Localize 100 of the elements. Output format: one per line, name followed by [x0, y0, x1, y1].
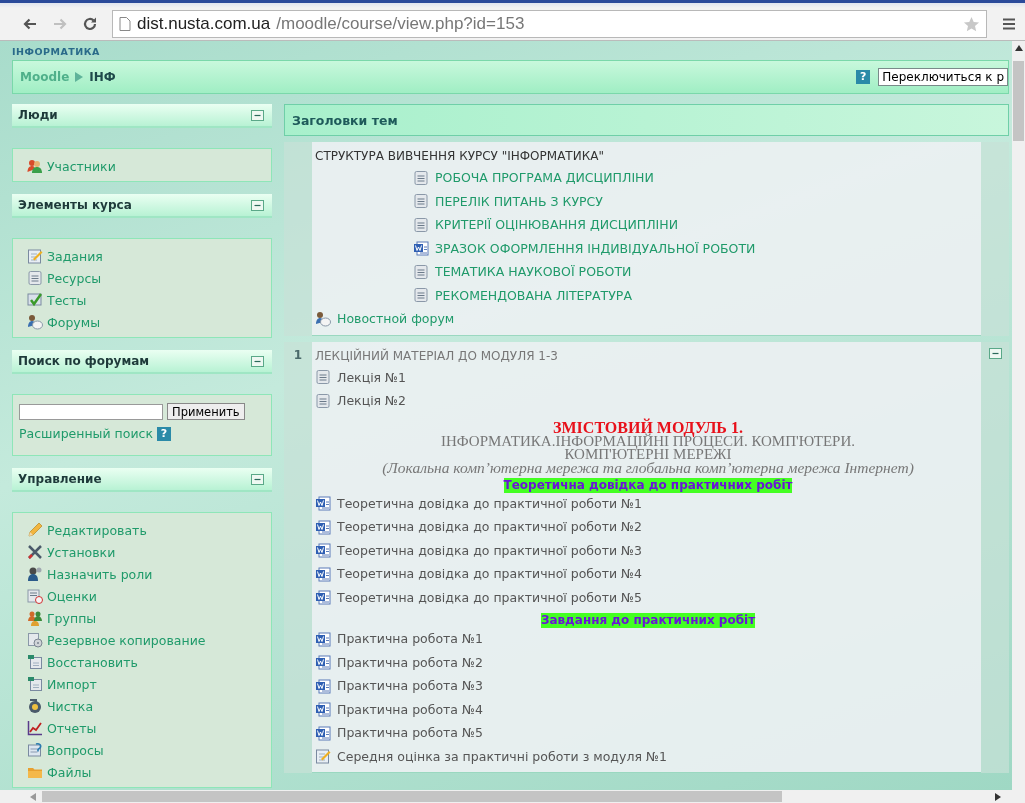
sidebar-link[interactable]: Форумы: [47, 314, 101, 330]
sidebar-link[interactable]: Редактировать: [47, 522, 147, 538]
groups-icon: [27, 610, 43, 626]
word-document-icon: [315, 701, 331, 718]
resource-link[interactable]: Практична робота №4: [337, 701, 483, 717]
help-button[interactable]: ?: [856, 70, 871, 84]
page-icon: [119, 17, 131, 31]
help-button[interactable]: ?: [156, 426, 171, 441]
resource-link[interactable]: Теоретична довідка до практичної роботи №1: [337, 495, 643, 511]
restore-icon: [27, 654, 43, 670]
resource-link[interactable]: Теоретична довідка до практичної роботи №2: [337, 519, 643, 535]
resource-link[interactable]: Практична робота №5: [337, 725, 483, 741]
collapse-icon[interactable]: [251, 199, 264, 211]
resource-link[interactable]: Теоретична довідка до практичної роботи №4: [337, 566, 643, 582]
collapse-icon[interactable]: [251, 109, 264, 121]
module-title: ЗМІСТОВИЙ МОДУЛЬ 1.: [553, 420, 743, 435]
resource-link[interactable]: Лекція №2: [337, 393, 407, 409]
document-icon: [315, 392, 331, 409]
resource-link[interactable]: РОБОЧА ПРОГРАМА ДИСЦИПЛІНИ: [435, 170, 654, 186]
sidebar-link[interactable]: Чистка: [47, 698, 94, 714]
roles-icon: [27, 566, 43, 582]
backup-icon: [27, 632, 43, 648]
site-title: ІНФОРМАТИКА: [12, 45, 101, 59]
word-document-icon: [315, 542, 331, 559]
sidebar-link[interactable]: Вопросы: [47, 742, 104, 758]
sidebar-link[interactable]: Тесты: [47, 292, 87, 308]
address-bar[interactable]: dist.nusta.com.ua /moodle/course/view.php?id=153: [112, 10, 987, 38]
people-icon: [27, 158, 43, 174]
search-field[interactable]: [19, 403, 163, 420]
sidebar-link[interactable]: Оценки: [47, 588, 97, 604]
resource-link[interactable]: Практична робота №1: [337, 631, 483, 647]
sidebar-link[interactable]: Участники: [47, 158, 116, 174]
resource-link[interactable]: ЗРАЗОК ОФОРМЛЕННЯ ІНДИВІДУАЛЬНОЇ РОБОТИ: [435, 240, 756, 256]
menu-icon[interactable]: [1001, 16, 1017, 32]
resource-link[interactable]: Теоретична довідка до практичної роботи №3: [337, 542, 643, 558]
grades-icon: [27, 588, 43, 604]
topics-header: Заголовки тем: [284, 104, 1009, 136]
sidebar-link[interactable]: Назначить роли: [47, 566, 153, 582]
advanced-search-link[interactable]: Расширенный поиск: [19, 426, 153, 441]
word-document-icon: [315, 565, 331, 582]
sidebar-link[interactable]: Задания: [47, 248, 103, 264]
back-icon[interactable]: [22, 16, 38, 32]
switch-role-select[interactable]: Переключиться к р: [878, 68, 1008, 86]
word-document-icon: [315, 630, 331, 647]
document-icon: [315, 369, 331, 386]
forum-icon: [315, 310, 331, 327]
section-title: ЛЕКЦІЙНИЙ МАТЕРІАЛ ДО МОДУЛЯ 1-3: [315, 347, 559, 365]
breadcrumb-link[interactable]: ІНФ: [89, 70, 116, 84]
resource-link[interactable]: КРИТЕРІЇ ОЦІНЮВАННЯ ДИСЦИПЛІНИ: [435, 217, 679, 233]
breadcrumb-link[interactable]: Moodle: [20, 70, 70, 84]
document-icon: [27, 270, 43, 286]
resource-link[interactable]: РЕКОМЕНДОВАНА ЛІТЕРАТУРА: [435, 287, 632, 303]
chart-icon: [27, 720, 43, 736]
sidebar-link[interactable]: Установки: [47, 544, 116, 560]
resource-link[interactable]: Середня оцінка за практичні роботи з модуля №1: [337, 748, 667, 764]
sidebar-link[interactable]: Группы: [47, 610, 97, 626]
document-icon: [413, 287, 429, 304]
forum-icon: [27, 314, 43, 330]
block-title: Элементы курса: [18, 198, 132, 212]
resource-link[interactable]: Практична робота №3: [337, 678, 483, 694]
sidebar-link[interactable]: Ресурсы: [47, 270, 102, 286]
assignment-icon: [315, 748, 331, 765]
tools-icon: [27, 544, 43, 560]
resource-link[interactable]: ТЕМАТИКА НАУКОВОЇ РОБОТИ: [435, 264, 632, 280]
cleanup-icon: [27, 698, 43, 714]
apply-button[interactable]: Применить: [167, 403, 245, 420]
document-icon: [413, 263, 429, 280]
word-document-icon: [315, 589, 331, 606]
section-number: 1: [293, 347, 303, 364]
scroll-right-arrow-icon[interactable]: [995, 792, 1001, 801]
sidebar-link[interactable]: Импорт: [47, 676, 97, 692]
word-document-icon: [315, 518, 331, 535]
breadcrumb-separator-icon: [75, 72, 84, 82]
sidebar-link[interactable]: Восстановить: [47, 654, 138, 670]
collapse-icon[interactable]: [988, 347, 1002, 359]
quiz-icon: [27, 292, 43, 308]
section-title: СТРУКТУРА ВИВЧЕННЯ КУРСУ "ІНФОРМАТИКА": [315, 148, 605, 165]
resource-link[interactable]: Теоретична довідка до практичної роботи №5: [337, 589, 643, 605]
resource-link[interactable]: Практична робота №2: [337, 654, 483, 670]
url-path: /moodle/course/view.php?id=153: [276, 14, 525, 34]
scroll-thumb[interactable]: [1013, 61, 1024, 141]
resource-link[interactable]: ПЕРЕЛІК ПИТАНЬ З КУРСУ: [435, 193, 603, 209]
word-document-icon: [315, 495, 331, 512]
scroll-up-arrow-icon[interactable]: [1014, 45, 1023, 51]
sidebar-link[interactable]: Файлы: [47, 764, 92, 780]
sidebar-link[interactable]: Отчеты: [47, 720, 97, 736]
word-document-icon: [315, 724, 331, 741]
scroll-thumb[interactable]: [42, 791, 782, 802]
word-document-icon: [315, 654, 331, 671]
document-icon: [413, 169, 429, 186]
star-icon[interactable]: [963, 15, 980, 33]
questions-icon: [27, 742, 43, 758]
resource-link[interactable]: Лекція №1: [337, 369, 407, 385]
resource-link[interactable]: Новостной форум: [337, 311, 455, 327]
collapse-icon[interactable]: [251, 355, 264, 367]
document-icon: [413, 193, 429, 210]
block-title: Люди: [18, 108, 58, 122]
reload-icon[interactable]: [82, 16, 98, 32]
collapse-icon[interactable]: [251, 473, 264, 485]
sidebar-link[interactable]: Резервное копирование: [47, 632, 206, 648]
